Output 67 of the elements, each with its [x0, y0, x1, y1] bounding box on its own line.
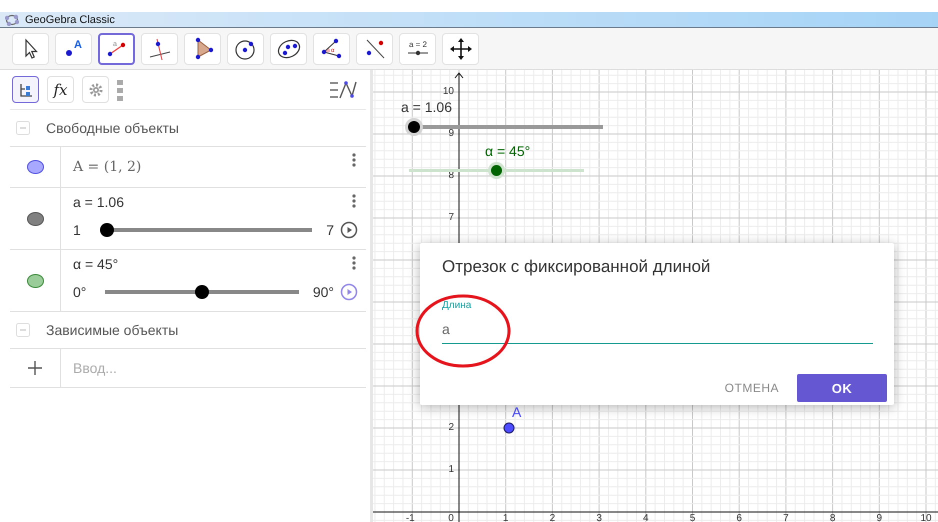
four-way-arrows-icon — [448, 36, 474, 62]
point[interactable] — [504, 422, 514, 434]
more-options-icon[interactable] — [352, 256, 356, 270]
slider-max: 90° — [312, 284, 334, 300]
point-label: A — [512, 404, 522, 420]
axis-label: 9 — [447, 129, 454, 139]
color-dot[interactable] — [26, 160, 44, 174]
axis-label: 8 — [830, 514, 836, 522]
slider-min: 1 — [73, 222, 82, 238]
ok-button[interactable]: OK — [797, 374, 887, 402]
slider-max: 7 — [326, 222, 334, 238]
object-definition: a = 1.06 — [73, 194, 124, 210]
settings-tab[interactable] — [82, 76, 109, 103]
more-options-icon[interactable] — [352, 194, 356, 208]
input-field[interactable]: Ввод... — [73, 360, 353, 376]
axis-label: 9 — [876, 514, 882, 522]
slider-thumb[interactable] — [194, 285, 209, 299]
axis-label: 3 — [596, 514, 602, 522]
axis-label: 1 — [502, 514, 508, 522]
slider-thumb[interactable] — [491, 164, 502, 176]
tool-button[interactable] — [442, 33, 479, 65]
axis-label: 7 — [447, 213, 454, 223]
tree-view-tab[interactable] — [12, 76, 39, 103]
window-title: GeoGebra Classic — [25, 14, 115, 26]
axis-label: 10 — [442, 87, 454, 97]
axis-label: 0 — [448, 514, 454, 522]
axis-label: -1 — [406, 514, 415, 522]
axis-label: 5 — [690, 514, 696, 522]
tool-button[interactable] — [356, 33, 393, 65]
section-title: Зависимые объекты — [46, 322, 178, 338]
tool-button[interactable] — [227, 33, 264, 65]
axis-label: 2 — [447, 423, 454, 433]
slider-thumb[interactable] — [408, 121, 420, 133]
axis-label: 6 — [736, 514, 742, 522]
object-definition: A = (1, 2) — [73, 158, 142, 177]
length-field[interactable]: a — [442, 317, 873, 344]
app-logo-icon — [5, 14, 19, 26]
play-icon[interactable] — [340, 221, 358, 239]
tool-button[interactable] — [12, 33, 49, 65]
color-dot[interactable] — [26, 274, 44, 288]
object-definition: α = 45° — [73, 256, 118, 272]
play-icon[interactable] — [340, 283, 358, 301]
axis-label: 2 — [550, 514, 556, 522]
section-title: Свободные объекты — [46, 120, 179, 136]
cancel-button[interactable]: ОТМЕНА — [724, 375, 779, 401]
function-tab[interactable]: fx — [47, 76, 74, 103]
slider-thumb[interactable] — [100, 223, 114, 237]
tool-button[interactable]: a = 2 — [399, 33, 436, 65]
dialog-title: Отрезок с фиксированной длиной — [442, 257, 712, 277]
axis-label: 4 — [643, 514, 649, 522]
more-options-icon[interactable] — [352, 153, 356, 167]
slider-min: 0° — [73, 284, 88, 300]
graph-style-icon[interactable] — [328, 78, 358, 100]
slider-label: α = 45° — [485, 143, 530, 159]
tool-button[interactable] — [141, 33, 178, 65]
axis-label: 7 — [783, 514, 789, 522]
field-label: Длина — [442, 300, 472, 311]
gear-icon — [88, 82, 104, 98]
axis-label: 10 — [920, 514, 932, 522]
color-dot[interactable] — [26, 212, 44, 226]
tree-icon — [18, 82, 34, 98]
slider-label: a = 1.06 — [401, 99, 452, 115]
tool-button[interactable]: A — [55, 33, 92, 65]
tool-button[interactable] — [270, 33, 307, 65]
axis-label: 1 — [447, 465, 454, 475]
tool-button[interactable] — [184, 33, 221, 65]
plus-icon[interactable] — [28, 361, 42, 375]
